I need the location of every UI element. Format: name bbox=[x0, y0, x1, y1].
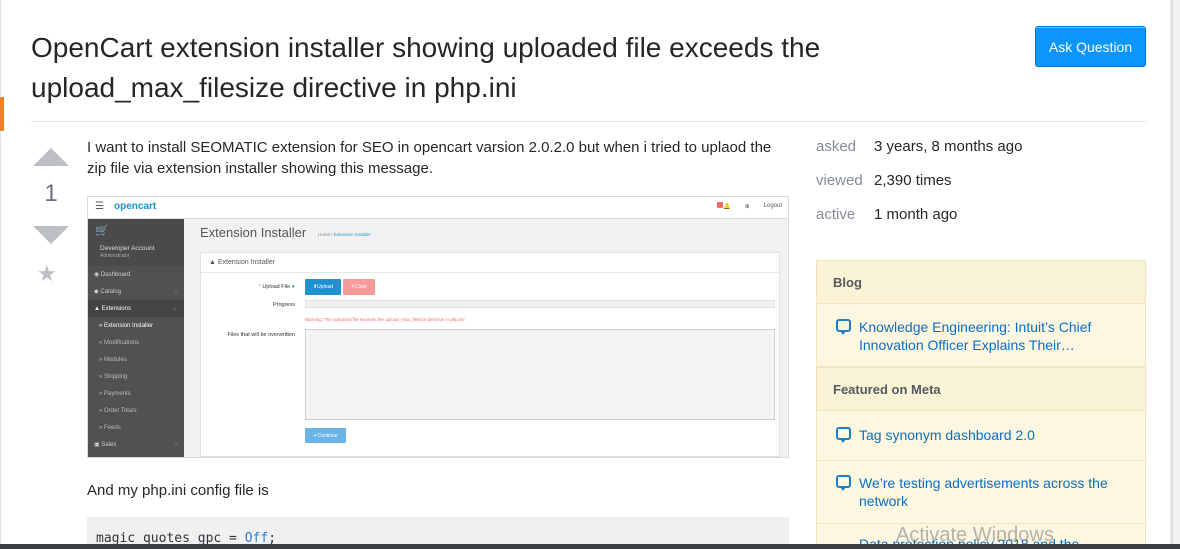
nav-feeds: » Feeds bbox=[99, 424, 121, 431]
installer-panel: ▲ Extension Installer * Upload File ● ⬆ … bbox=[200, 252, 781, 457]
scrollbar[interactable] bbox=[1172, 0, 1180, 549]
meta-asked-value[interactable]: 3 years, 8 months ago bbox=[874, 137, 1114, 157]
nav-sales: ▣ Sales › bbox=[94, 441, 177, 449]
profile-role: Administrator bbox=[100, 253, 130, 259]
meta-item[interactable]: We’re testing advertisements across the … bbox=[817, 461, 1145, 524]
panel-header: ▲ Extension Installer bbox=[201, 253, 781, 273]
speech-bubble-icon bbox=[836, 319, 851, 335]
meta-viewed-value: 2,390 times bbox=[874, 172, 952, 189]
cart-icon: 🛒 bbox=[95, 225, 109, 237]
downvote-arrow-icon[interactable] bbox=[33, 226, 69, 244]
nav-order-totals: » Order Totals bbox=[99, 407, 137, 414]
sidebar-widget: Blog Knowledge Engineering: Intuit’s Chi… bbox=[816, 260, 1146, 549]
profile-name: Developer Account bbox=[100, 245, 155, 252]
progress-label: Progress bbox=[272, 302, 295, 308]
profile-block: 🛒 Developer Account Administrator bbox=[88, 219, 184, 266]
speech-bubble-icon bbox=[836, 475, 851, 491]
meta-asked-key: asked bbox=[816, 138, 857, 155]
overwrite-label: Files that will be overwritten bbox=[227, 332, 295, 338]
vote-count: 1 bbox=[44, 180, 58, 207]
embedded-screenshot: ☰ opencart 🔔 ⊕ Logout 🛒 Developer Accoun… bbox=[87, 196, 789, 458]
meta-viewed-key: viewed bbox=[816, 172, 863, 189]
continue-button: ✔ Continue bbox=[305, 428, 346, 443]
logout-link: Logout bbox=[763, 203, 782, 209]
question-title[interactable]: OpenCart extension installer showing upl… bbox=[31, 28, 991, 108]
featured-meta-header: Featured on Meta bbox=[817, 367, 1145, 411]
meta-item[interactable]: Tag synonym dashboard 2.0 bbox=[817, 412, 1145, 461]
meta-link-tag-synonym[interactable]: Tag synonym dashboard 2.0 bbox=[859, 426, 1129, 444]
nav-payments: » Payments bbox=[99, 390, 131, 397]
title-divider bbox=[31, 121, 1146, 122]
screenshot-heading: Extension Installer bbox=[200, 225, 307, 240]
upload-warning: Warning: The uploaded file exceeds the u… bbox=[305, 317, 465, 322]
speech-bubble-icon bbox=[836, 427, 851, 443]
screenshot-main: Extension Installer Home / Extension Ins… bbox=[184, 219, 788, 457]
opencart-logo: opencart bbox=[114, 201, 157, 212]
question-body-paragraph: I want to install SEOMATIC extension for… bbox=[87, 139, 772, 177]
bottom-taskbar-edge bbox=[0, 544, 1180, 549]
screenshot-sidebar: 🛒 Developer Account Administrator ◉ Dash… bbox=[88, 219, 184, 457]
clear-button: ✎ Clear bbox=[343, 279, 375, 295]
ask-question-button[interactable]: Ask Question bbox=[1035, 26, 1146, 67]
help-icon: ⊕ bbox=[744, 203, 750, 210]
blog-header: Blog bbox=[817, 261, 1145, 304]
nav-modules: » Modules bbox=[99, 356, 127, 363]
nav-modifications: » Modifications bbox=[99, 339, 140, 346]
nav-extension-installer: » Extension Installer bbox=[99, 322, 154, 329]
notification-badge bbox=[717, 202, 724, 208]
nav-catalog: ◆ Catalog › bbox=[94, 288, 177, 296]
page-left-border bbox=[0, 0, 1, 549]
meta-active-value[interactable]: 1 month ago bbox=[874, 205, 1114, 225]
favorite-star-icon[interactable]: ★ bbox=[37, 262, 57, 287]
overwrite-textarea bbox=[305, 329, 775, 420]
nav-dashboard: ◉ Dashboard bbox=[94, 271, 131, 279]
question-body-paragraph-2: And my php.ini config file is bbox=[87, 482, 269, 499]
meta-link-advertisements[interactable]: We’re testing advertisements across the … bbox=[859, 474, 1129, 510]
active-nav-marker bbox=[0, 97, 4, 131]
bell-icon: 🔔 bbox=[717, 202, 731, 210]
hamburger-icon: ☰ bbox=[95, 201, 104, 212]
blog-item[interactable]: Knowledge Engineering: Intuit’s Chief In… bbox=[817, 305, 1145, 367]
progress-bar bbox=[305, 300, 775, 308]
topbar-icons: 🔔 ⊕ Logout bbox=[717, 202, 782, 210]
screenshot-topbar: ☰ opencart 🔔 ⊕ Logout bbox=[88, 197, 788, 219]
nav-shipping: » Shipping bbox=[99, 373, 128, 380]
upload-file-label: * Upload File ● bbox=[258, 284, 295, 290]
upvote-arrow-icon[interactable] bbox=[33, 148, 69, 166]
blog-link[interactable]: Knowledge Engineering: Intuit’s Chief In… bbox=[859, 318, 1129, 354]
screenshot-breadcrumb: Home / Extension Installer bbox=[318, 232, 371, 237]
nav-extensions: ▲ Extensions ⌄ bbox=[88, 300, 184, 317]
meta-active-key: active bbox=[816, 206, 856, 223]
upload-button: ⬆ Upload bbox=[305, 279, 341, 295]
